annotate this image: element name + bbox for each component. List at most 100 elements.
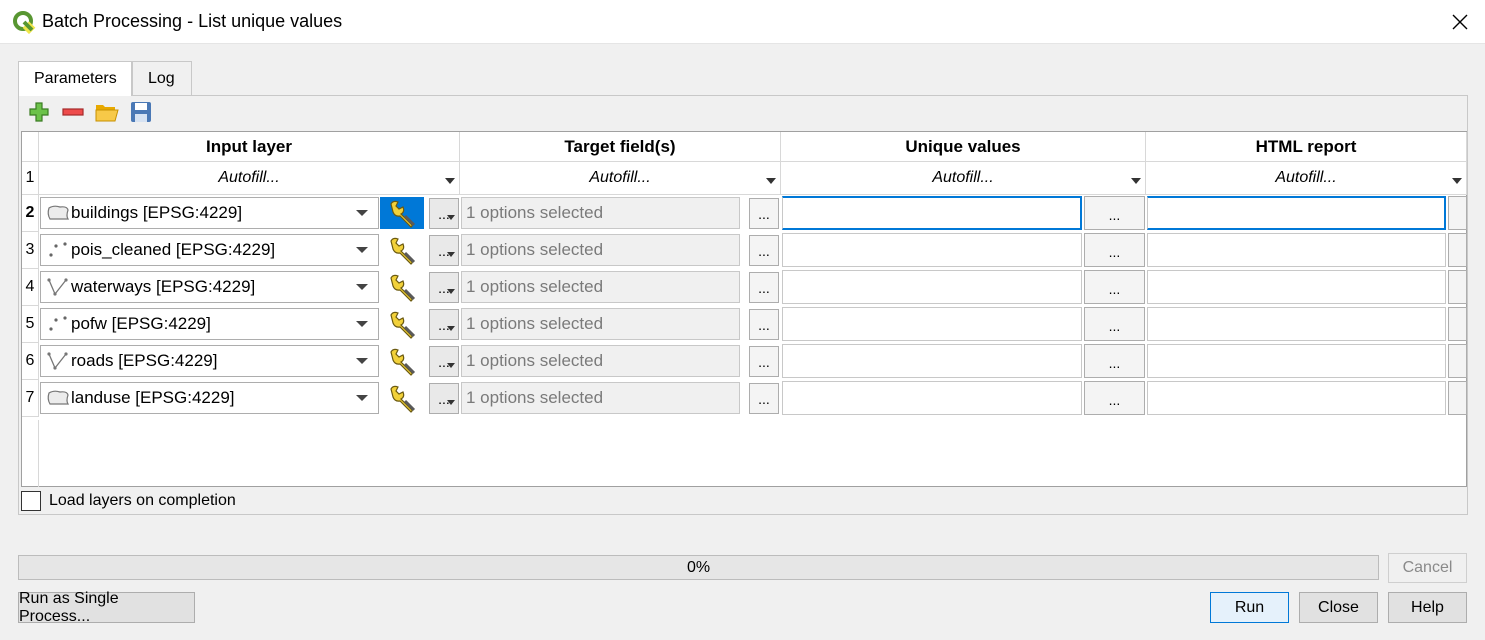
chevron-down-icon bbox=[447, 400, 455, 405]
close-button[interactable]: Close bbox=[1299, 592, 1378, 623]
target-fields-selector[interactable]: 1 options selected bbox=[461, 345, 740, 377]
input-layer-browse-button[interactable]: ... bbox=[429, 235, 459, 266]
column-header-unique-values[interactable]: Unique values bbox=[781, 132, 1146, 162]
html-report-output-field[interactable] bbox=[1147, 344, 1446, 378]
progress-text: 0% bbox=[686, 558, 711, 576]
unique-values-output-field[interactable] bbox=[782, 381, 1082, 415]
tab-log[interactable]: Log bbox=[132, 61, 192, 95]
layer-name: roads [EPSG:4229] bbox=[71, 351, 218, 370]
html-report-browse-button[interactable] bbox=[1448, 196, 1467, 230]
html-report-browse-button[interactable] bbox=[1448, 233, 1467, 267]
run-as-single-process-button[interactable]: Run as Single Process... bbox=[18, 590, 195, 625]
wrench-icon[interactable] bbox=[380, 308, 424, 340]
target-fields-browse-button[interactable]: ... bbox=[749, 309, 779, 340]
chevron-down-icon bbox=[356, 210, 368, 216]
html-report-browse-button[interactable] bbox=[1448, 344, 1467, 378]
input-layer-combo[interactable]: waterways [EPSG:4229] bbox=[40, 271, 379, 303]
run-button[interactable]: Run bbox=[1210, 592, 1289, 623]
layer-name: waterways [EPSG:4229] bbox=[71, 277, 256, 296]
tab-parameters[interactable]: Parameters bbox=[18, 61, 132, 96]
wrench-icon[interactable] bbox=[380, 382, 424, 414]
input-layer-combo[interactable]: landuse [EPSG:4229] bbox=[40, 382, 379, 414]
target-fields-selector[interactable]: 1 options selected bbox=[461, 271, 740, 303]
unique-values-output-field[interactable] bbox=[782, 270, 1082, 304]
input-layer-browse-button[interactable]: ... bbox=[429, 309, 459, 340]
input-layer-browse-button[interactable]: ... bbox=[429, 383, 459, 414]
input-layer-combo[interactable]: pois_cleaned [EPSG:4229] bbox=[40, 234, 379, 266]
layer-name: landuse [EPSG:4229] bbox=[71, 388, 235, 407]
close-window-icon[interactable] bbox=[1444, 6, 1476, 38]
html-report-output-field[interactable] bbox=[1147, 233, 1446, 267]
row-number[interactable]: 2 bbox=[22, 195, 39, 232]
open-folder-icon[interactable] bbox=[95, 100, 119, 124]
autofill-dropdown-target-fields[interactable]: Autofill... bbox=[460, 162, 781, 195]
chevron-down-icon bbox=[447, 215, 455, 220]
unique-values-browse-button[interactable]: ... bbox=[1084, 307, 1145, 341]
input-layer-browse-button[interactable]: ... bbox=[429, 198, 459, 229]
unique-values-browse-button[interactable]: ... bbox=[1084, 270, 1145, 304]
column-header-target-fields[interactable]: Target field(s) bbox=[460, 132, 781, 162]
add-row-icon[interactable] bbox=[27, 100, 51, 124]
input-layer-browse-button[interactable]: ... bbox=[429, 346, 459, 377]
unique-values-output-field[interactable] bbox=[782, 233, 1082, 267]
html-report-browse-button[interactable] bbox=[1448, 270, 1467, 304]
layer-name: pofw [EPSG:4229] bbox=[71, 314, 211, 333]
wrench-icon[interactable] bbox=[380, 197, 424, 229]
target-fields-browse-button[interactable]: ... bbox=[749, 198, 779, 229]
unique-values-browse-button[interactable]: ... bbox=[1084, 381, 1145, 415]
input-layer-combo[interactable]: pofw [EPSG:4229] bbox=[40, 308, 379, 340]
input-layer-browse-button[interactable]: ... bbox=[429, 272, 459, 303]
autofill-dropdown-unique-values[interactable]: Autofill... bbox=[781, 162, 1146, 195]
autofill-dropdown-input-layer[interactable]: Autofill... bbox=[39, 162, 460, 195]
parameters-panel: Input layer Target field(s) Unique value… bbox=[18, 95, 1468, 515]
target-fields-selector[interactable]: 1 options selected bbox=[461, 308, 740, 340]
wrench-icon[interactable] bbox=[380, 234, 424, 266]
cancel-button[interactable]: Cancel bbox=[1388, 553, 1467, 583]
target-fields-browse-button[interactable]: ... bbox=[749, 346, 779, 377]
row-number[interactable]: 6 bbox=[22, 343, 39, 380]
unique-values-output-field[interactable] bbox=[782, 344, 1082, 378]
wrench-icon[interactable] bbox=[380, 345, 424, 377]
row-header-empty bbox=[22, 420, 39, 487]
column-header-html-report[interactable]: HTML report bbox=[1146, 132, 1467, 162]
input-layer-combo[interactable]: roads [EPSG:4229] bbox=[40, 345, 379, 377]
load-layers-label: Load layers on completion bbox=[49, 492, 236, 509]
save-icon[interactable] bbox=[129, 100, 153, 124]
row-number[interactable]: 3 bbox=[22, 232, 39, 269]
html-report-browse-button[interactable] bbox=[1448, 307, 1467, 341]
target-fields-browse-button[interactable]: ... bbox=[749, 235, 779, 266]
unique-values-output-field[interactable] bbox=[782, 307, 1082, 341]
unique-values-browse-button[interactable]: ... bbox=[1084, 344, 1145, 378]
batch-toolbar bbox=[27, 100, 153, 126]
row-number[interactable]: 4 bbox=[22, 269, 39, 306]
wrench-icon[interactable] bbox=[380, 271, 424, 303]
help-button[interactable]: Help bbox=[1388, 592, 1467, 623]
load-layers-checkbox[interactable] bbox=[21, 491, 41, 511]
target-fields-browse-button[interactable]: ... bbox=[749, 383, 779, 414]
load-layers-option[interactable]: Load layers on completion bbox=[21, 490, 236, 512]
input-layer-combo[interactable]: buildings [EPSG:4229] bbox=[40, 197, 379, 229]
column-header-input-layer[interactable]: Input layer bbox=[39, 132, 460, 162]
target-fields-selector[interactable]: 1 options selected bbox=[461, 197, 740, 229]
row-number[interactable]: 5 bbox=[22, 306, 39, 343]
html-report-output-field[interactable] bbox=[1147, 270, 1446, 304]
html-report-output-field[interactable] bbox=[1147, 196, 1446, 230]
target-fields-selector[interactable]: 1 options selected bbox=[461, 382, 740, 414]
row-number[interactable]: 1 bbox=[22, 162, 39, 195]
unique-values-browse-button[interactable]: ... bbox=[1084, 233, 1145, 267]
line-layer-icon bbox=[45, 351, 71, 371]
target-fields-selector[interactable]: 1 options selected bbox=[461, 234, 740, 266]
chevron-down-icon bbox=[766, 178, 776, 184]
autofill-dropdown-html-report[interactable]: Autofill... bbox=[1146, 162, 1467, 195]
remove-row-icon[interactable] bbox=[61, 100, 85, 124]
html-report-output-field[interactable] bbox=[1147, 381, 1446, 415]
unique-values-browse-button[interactable]: ... bbox=[1084, 196, 1145, 230]
chevron-down-icon bbox=[445, 178, 455, 184]
title-bar: Batch Processing - List unique values bbox=[0, 0, 1485, 44]
unique-values-output-field[interactable] bbox=[782, 196, 1082, 230]
target-fields-browse-button[interactable]: ... bbox=[749, 272, 779, 303]
html-report-output-field[interactable] bbox=[1147, 307, 1446, 341]
point-layer-icon bbox=[45, 314, 71, 334]
row-number[interactable]: 7 bbox=[22, 380, 39, 417]
html-report-browse-button[interactable] bbox=[1448, 381, 1467, 415]
